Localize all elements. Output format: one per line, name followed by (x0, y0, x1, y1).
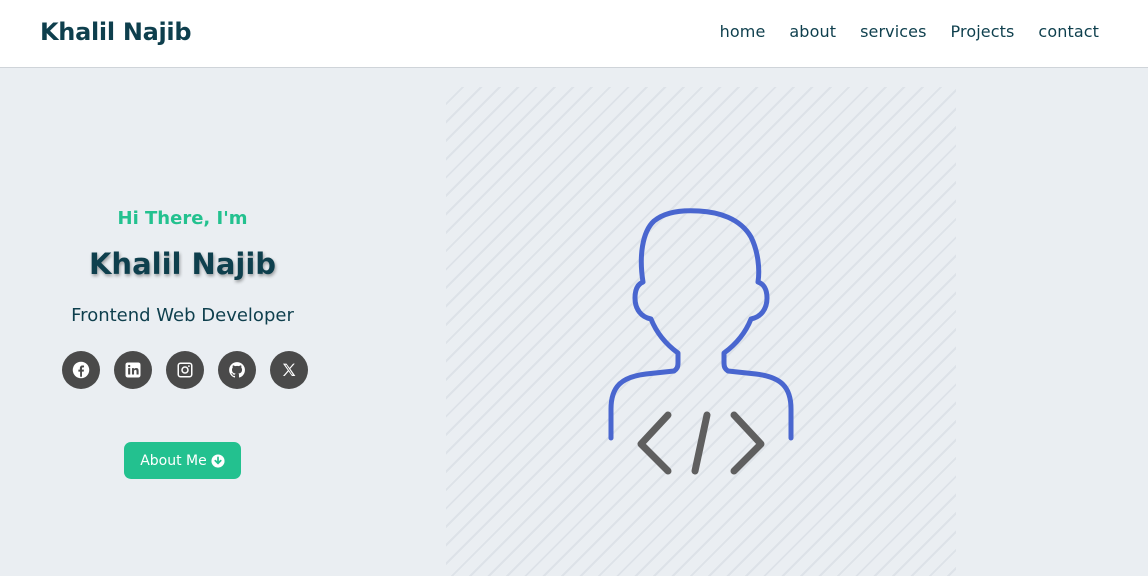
hero-name: Khalil Najib (88, 247, 277, 281)
brand-logo[interactable]: Khalil Najib (40, 18, 192, 46)
instagram-icon (177, 362, 193, 378)
arrow-down-circle-icon (211, 453, 225, 468)
nav-link-projects[interactable]: Projects (951, 22, 1015, 41)
navbar: Khalil Najib home about services Project… (0, 0, 1148, 68)
instagram-link[interactable] (166, 351, 204, 389)
nav-menu: home about services Projects contact (720, 22, 1099, 41)
hero-section: Hi There, I'm Khalil Najib Frontend Web … (0, 69, 1148, 576)
x-twitter-icon (283, 363, 296, 376)
github-link[interactable] (218, 351, 256, 389)
nav-link-services[interactable]: services (860, 22, 926, 41)
nav-link-contact[interactable]: contact (1038, 22, 1099, 41)
about-me-button-label: About Me (140, 452, 207, 469)
x-twitter-link[interactable] (270, 351, 308, 389)
hero-greeting: Hi There, I'm (117, 208, 248, 229)
linkedin-icon (125, 362, 141, 378)
facebook-link[interactable] (62, 351, 100, 389)
about-me-button[interactable]: About Me (124, 442, 241, 479)
facebook-icon (72, 361, 90, 379)
developer-avatar-code-icon (608, 208, 794, 475)
hero-role: Frontend Web Developer (71, 305, 294, 326)
social-links (62, 351, 308, 389)
nav-link-about[interactable]: about (789, 22, 836, 41)
linkedin-link[interactable] (114, 351, 152, 389)
hero-illustration (446, 87, 956, 576)
github-icon (229, 362, 245, 378)
hero-intro: Hi There, I'm Khalil Najib Frontend Web … (0, 69, 365, 576)
nav-link-home[interactable]: home (720, 22, 766, 41)
